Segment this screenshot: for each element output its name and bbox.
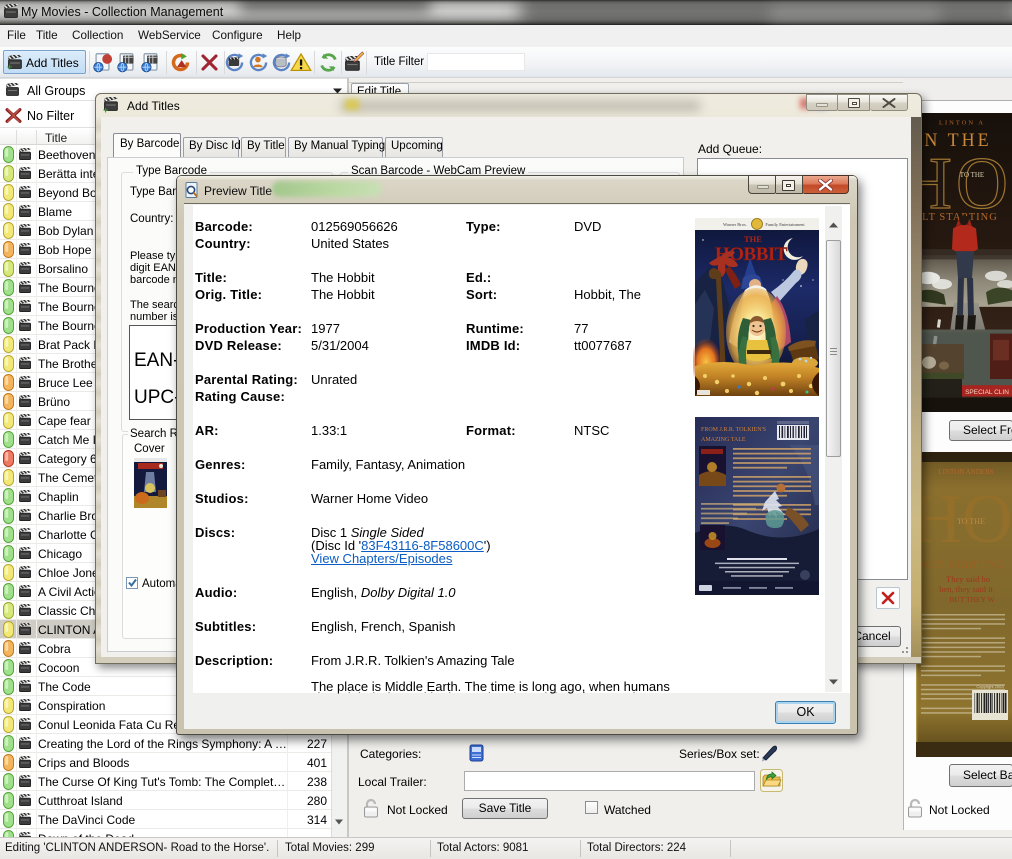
svg-text:SPECIAL CLIN: SPECIAL CLIN	[965, 389, 1009, 396]
svg-text:Family Entertainment: Family Entertainment	[765, 222, 805, 227]
svg-text:TO THE: TO THE	[960, 171, 984, 179]
svg-text:LINTON ANDERS: LINTON ANDERS	[938, 468, 993, 476]
svg-text:hen, they said it: hen, they said it	[939, 584, 993, 594]
svg-text:AMAZING TALE: AMAZING TALE	[701, 437, 746, 443]
svg-text:FROM J.R.R. TOLKIEN'S: FROM J.R.R. TOLKIEN'S	[701, 427, 766, 433]
svg-text:THE: THE	[744, 234, 762, 244]
svg-text:Warner Bros.: Warner Bros.	[723, 222, 747, 227]
svg-text:They said ho: They said ho	[946, 574, 990, 584]
svg-text:OLT STARTING: OLT STARTING	[924, 560, 1005, 571]
svg-text:BUT THEY W: BUT THEY W	[949, 595, 995, 604]
svg-text:TO THE: TO THE	[957, 517, 985, 526]
svg-text:Copyright 2003: Copyright 2003	[976, 684, 1004, 689]
svg-text:LINTON A: LINTON A	[939, 119, 985, 126]
